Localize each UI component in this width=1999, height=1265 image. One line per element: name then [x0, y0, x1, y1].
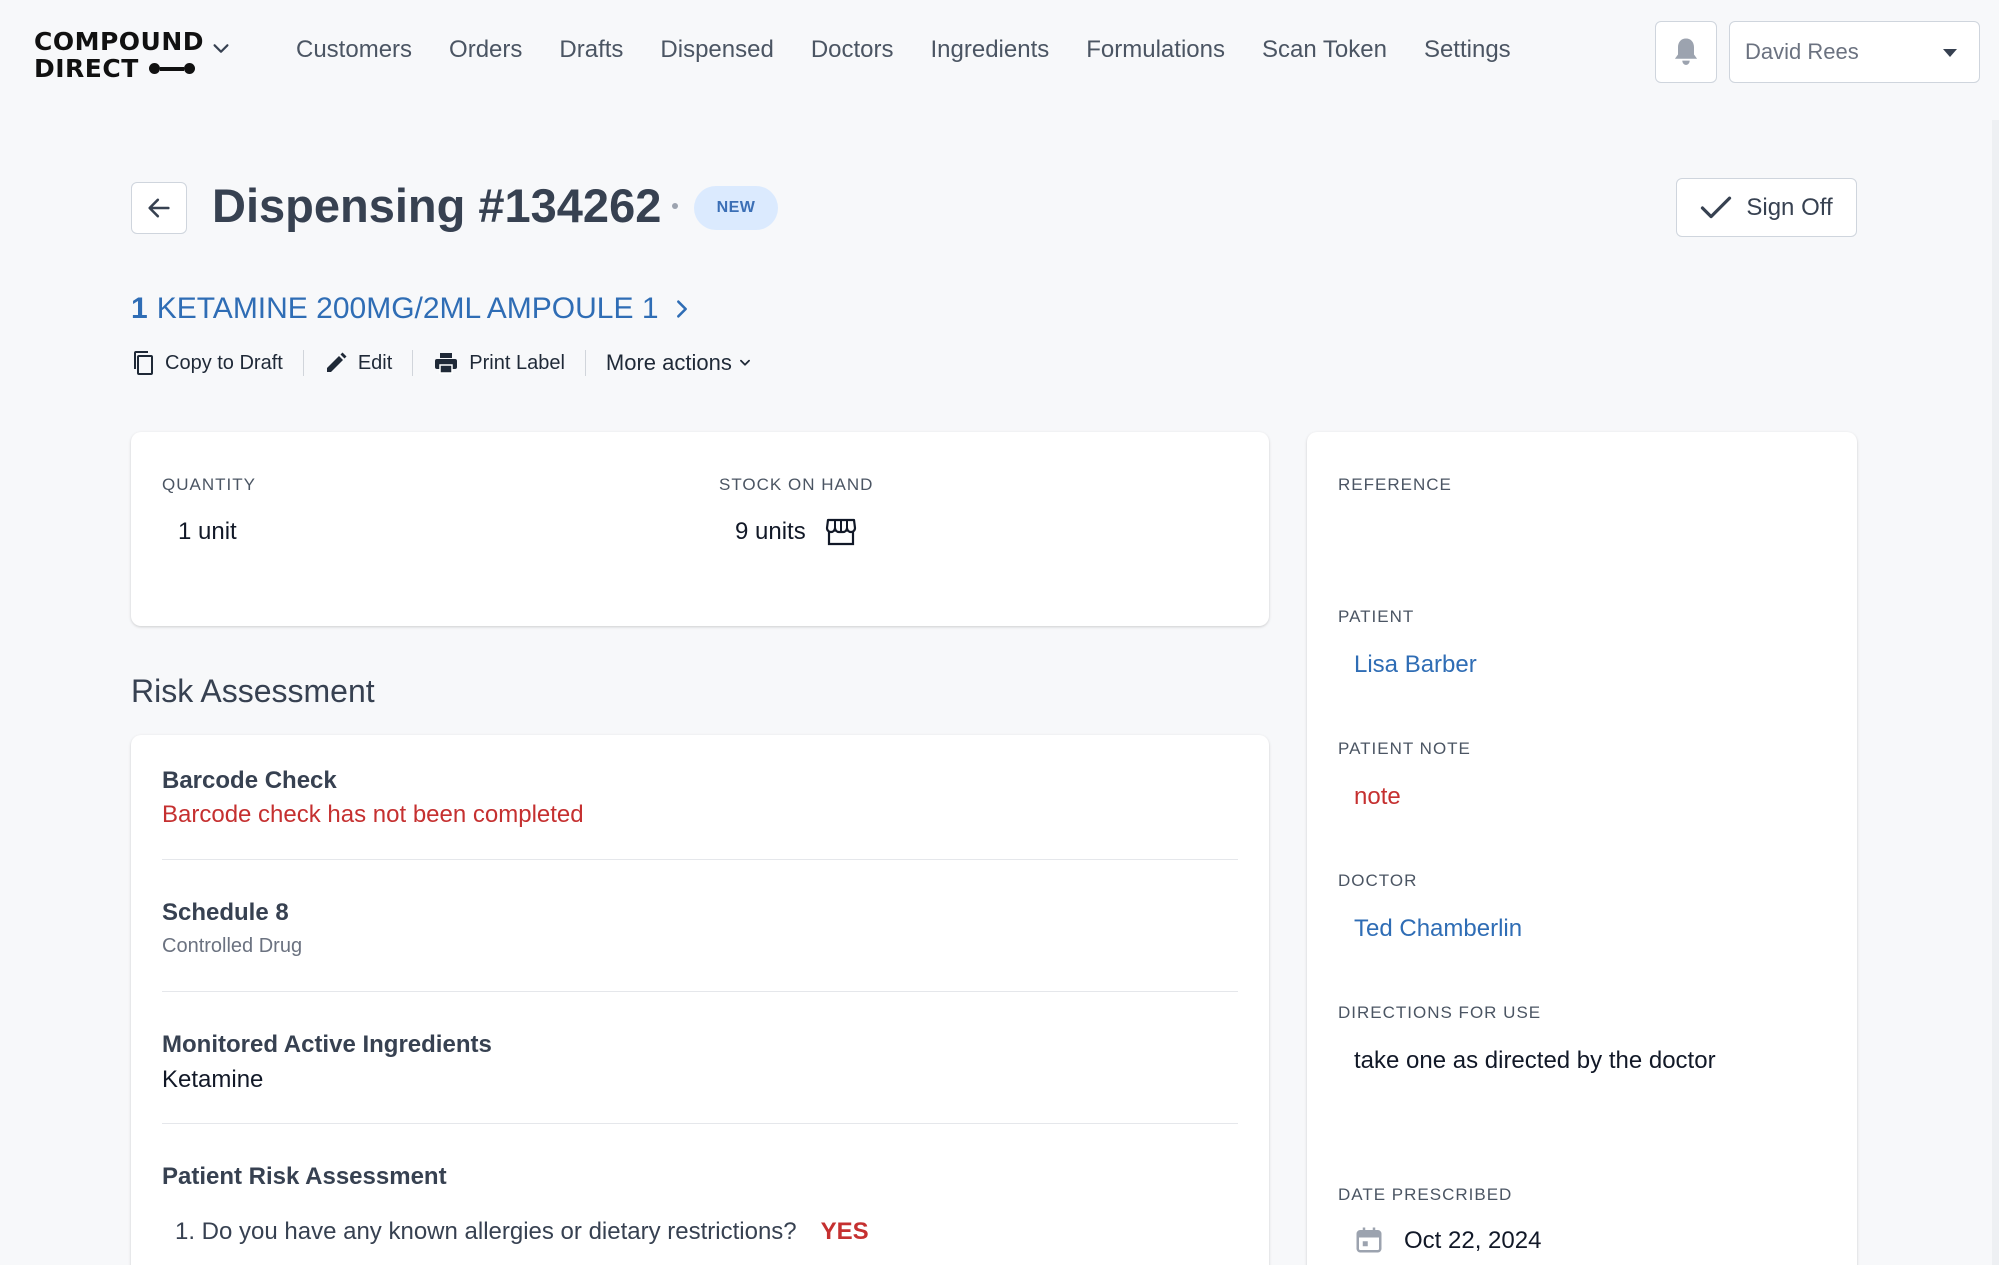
top-navigation: COMPOUND DIRECT Customers Orders Drafts …	[0, 0, 1999, 106]
chevron-right-icon	[676, 300, 687, 318]
more-actions-dropdown[interactable]: More actions	[606, 350, 752, 376]
barcode-check-title: Barcode Check	[162, 767, 337, 794]
brand-logo[interactable]: COMPOUND DIRECT	[34, 28, 204, 82]
nav-item-dispensed[interactable]: Dispensed	[660, 36, 773, 64]
store-icon[interactable]	[825, 517, 857, 547]
date-prescribed-value: Oct 22, 2024	[1404, 1227, 1542, 1254]
date-prescribed-label: DATE PRESCRIBED	[1338, 1185, 1513, 1204]
doctor-label: DOCTOR	[1338, 871, 1418, 890]
nav-item-customers[interactable]: Customers	[296, 36, 412, 64]
scrollbar-track[interactable]	[1992, 120, 1999, 1265]
user-select[interactable]: David Rees	[1729, 21, 1980, 83]
arrow-left-icon	[148, 198, 170, 218]
main-nav: Customers Orders Drafts Dispensed Doctor…	[296, 36, 1548, 64]
copy-icon	[134, 351, 153, 375]
print-label-button[interactable]: Print Label	[433, 351, 565, 375]
more-actions-label: More actions	[605, 350, 732, 375]
sign-off-label: Sign Off	[1746, 193, 1833, 221]
quantity-label: QUANTITY	[162, 475, 256, 494]
action-bar: Copy to Draft Edit Print Label More acti…	[131, 350, 752, 376]
risk-divider	[162, 859, 1238, 860]
brand-line-2: DIRECT	[34, 54, 139, 83]
product-quantity: 1	[131, 292, 148, 325]
copy-to-draft-button[interactable]: Copy to Draft	[131, 350, 283, 376]
edit-button[interactable]: Edit	[324, 351, 392, 375]
risk-answer-1: YES	[820, 1218, 869, 1245]
patient-label: PATIENT	[1338, 607, 1415, 626]
reference-label: REFERENCE	[1338, 475, 1452, 494]
monitored-ingredients-value: Ketamine	[162, 1066, 264, 1093]
nav-item-drafts[interactable]: Drafts	[559, 36, 623, 64]
caret-down-icon	[1943, 49, 1957, 57]
chevron-down-icon[interactable]	[210, 38, 232, 60]
monitored-ingredients-title: Monitored Active Ingredients	[162, 1031, 492, 1058]
calendar-icon	[1356, 1227, 1382, 1253]
copy-to-draft-label: Copy to Draft	[165, 351, 283, 374]
action-divider	[584, 350, 586, 376]
product-name: KETAMINE 200MG/2ML AMPOULE 1	[156, 292, 659, 325]
pencil-icon	[326, 352, 347, 372]
nav-item-doctors[interactable]: Doctors	[811, 36, 894, 64]
nav-item-settings[interactable]: Settings	[1424, 36, 1511, 64]
risk-question-1: 1. Do you have any known allergies or di…	[175, 1218, 797, 1245]
patient-link[interactable]: Lisa Barber	[1354, 651, 1477, 679]
patient-note-value: note	[1354, 783, 1401, 810]
user-name: David Rees	[1745, 39, 1859, 64]
action-divider	[412, 350, 414, 376]
product-link[interactable]: 1 KETAMINE 200MG/2ML AMPOULE 1	[131, 292, 693, 326]
nav-item-orders[interactable]: Orders	[449, 36, 522, 64]
doctor-link[interactable]: Ted Chamberlin	[1354, 915, 1522, 943]
check-icon	[1701, 196, 1732, 218]
patient-risk-title: Patient Risk Assessment	[162, 1163, 447, 1190]
print-label-label: Print Label	[469, 351, 565, 374]
brand-line-1: COMPOUND	[34, 27, 205, 56]
nav-item-formulations[interactable]: Formulations	[1086, 36, 1225, 64]
edit-label: Edit	[357, 351, 393, 374]
schedule-title: Schedule 8	[162, 899, 289, 926]
risk-divider	[162, 991, 1238, 992]
directions-label: DIRECTIONS FOR USE	[1338, 1003, 1542, 1022]
stock-on-hand-label: STOCK ON HAND	[719, 475, 874, 494]
printer-icon	[435, 353, 458, 374]
patient-note-label: PATIENT NOTE	[1338, 739, 1471, 758]
directions-value: take one as directed by the doctor	[1354, 1047, 1716, 1074]
details-card: REFERENCE PATIENT Lisa Barber PATIENT NO…	[1307, 432, 1857, 1265]
schedule-subtitle: Controlled Drug	[162, 935, 303, 957]
status-badge: NEW	[694, 186, 778, 230]
stock-on-hand-value: 9 units	[735, 518, 806, 545]
page-title: Dispensing #134262	[212, 179, 662, 232]
risk-assessment-card: Barcode Check Barcode check has not been…	[131, 735, 1269, 1265]
logo-connector-icon	[148, 63, 195, 74]
action-divider	[302, 350, 304, 376]
barcode-check-status: Barcode check has not been completed	[162, 801, 584, 828]
bell-icon	[1674, 38, 1698, 65]
back-button[interactable]	[131, 182, 187, 234]
title-separator-dot	[672, 203, 678, 209]
quantity-value: 1 unit	[178, 518, 237, 545]
risk-divider	[162, 1123, 1238, 1124]
nav-item-ingredients[interactable]: Ingredients	[931, 36, 1050, 64]
summary-card: QUANTITY 1 unit STOCK ON HAND 9 units	[131, 432, 1269, 626]
notifications-button[interactable]	[1655, 21, 1717, 83]
chevron-down-icon	[739, 359, 750, 366]
nav-item-scan-token[interactable]: Scan Token	[1262, 36, 1387, 64]
risk-assessment-heading: Risk Assessment	[131, 673, 375, 709]
risk-question-row: 1. Do you have any known allergies or di…	[175, 1218, 869, 1246]
sign-off-button[interactable]: Sign Off	[1676, 178, 1857, 237]
